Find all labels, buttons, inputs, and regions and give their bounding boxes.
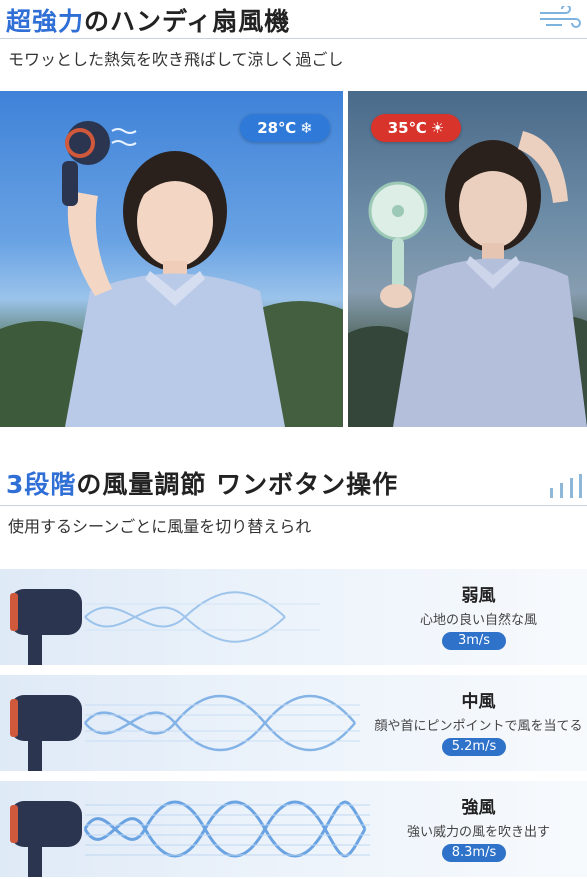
speed-badge: 3m/s [442, 632, 506, 650]
speed-badge: 5.2m/s [442, 738, 506, 756]
speed-badge: 8.3m/s [442, 844, 506, 862]
temperature-badge-hot: 35℃ ☀ [371, 114, 461, 142]
mode-row-weak: 弱風 心地の良い自然な風 3m/s [0, 569, 587, 665]
temperature-hot: 35℃ [387, 119, 427, 137]
title-rest: のハンディ扇風機 [84, 7, 291, 36]
subtitle: モワッとした熱気を吹き飛ばして涼しく過ごし [8, 50, 344, 69]
wind-icon [540, 6, 581, 28]
fan-wind-illustration [10, 694, 360, 771]
fan-wind-illustration [10, 589, 320, 665]
section-subtitle: 使用するシーンごとに風量を切り替えられ [8, 517, 312, 536]
mode-title: 弱風 [461, 586, 496, 606]
mode-title: 強風 [461, 798, 496, 818]
section-title-rest: の風量調節 ワンボタン操作 [76, 470, 399, 499]
mode-row-strong: 強風 強い威力の風を吹き出す 8.3m/s [0, 781, 587, 877]
section-title-accent: 3段階 [6, 470, 77, 499]
mode-title: 中風 [461, 692, 496, 712]
temperature-badge-cool: 28℃ ❄ [240, 114, 330, 142]
fan-wind-illustration [10, 800, 370, 877]
snowflake-icon: ❄ [300, 119, 313, 137]
divider [0, 505, 587, 506]
mode-description: 心地の良い自然な風 [419, 613, 537, 628]
mode-info: 強風 強い威力の風を吹き出す 8.3m/s [370, 781, 587, 877]
divider [0, 38, 587, 39]
title-accent: 超強力 [6, 7, 85, 36]
mode-row-medium: 中風 顔や首にピンポイントで風を当てる 5.2m/s [0, 675, 587, 771]
mode-description: 顔や首にピンポイントで風を当てる [374, 719, 583, 734]
section-title: 3段階の風量調節 ワンボタン操作 [6, 465, 398, 501]
mode-info: 弱風 心地の良い自然な風 3m/s [370, 569, 587, 665]
temperature-cool: 28℃ [257, 119, 297, 137]
sun-icon: ☀ [430, 119, 445, 137]
page-title: 超強力のハンディ扇風機 [6, 2, 290, 38]
mode-description: 強い威力の風を吹き出す [406, 825, 550, 840]
signal-bars-icon [550, 474, 582, 498]
mode-info: 中風 顔や首にピンポイントで風を当てる 5.2m/s [370, 675, 587, 771]
